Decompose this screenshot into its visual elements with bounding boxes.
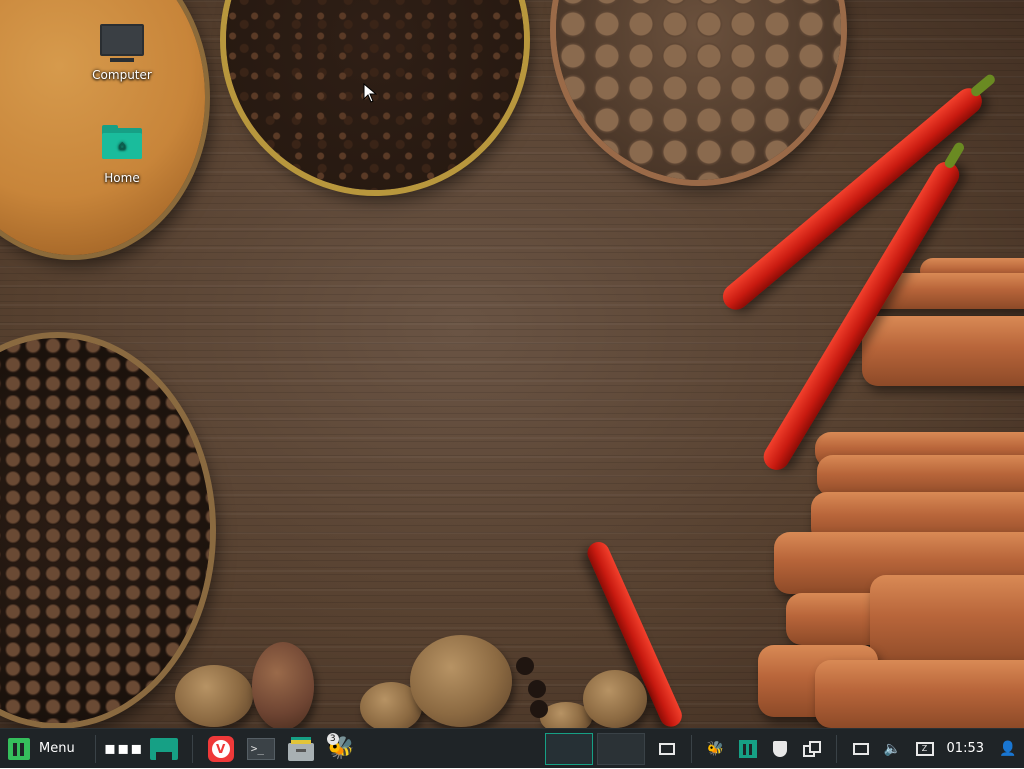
taskbar: Menu ▪▪▪ V >_ 🐝 3 🐝 🔈 Z 01:53 👤 — [0, 728, 1024, 768]
wallpaper-cardamom-pod — [252, 642, 314, 728]
window-switcher-icon — [658, 742, 675, 755]
desktop-icon-computer[interactable]: Computer — [82, 24, 162, 82]
window-switcher-button[interactable] — [655, 737, 679, 761]
clipboard-icon — [802, 740, 821, 757]
file-manager-icon — [287, 736, 314, 761]
volume-icon: 🔈 — [883, 740, 902, 757]
shield-icon — [772, 740, 787, 757]
show-apps-dots-icon: ▪▪▪ — [103, 738, 144, 759]
wallpaper-cinnamon-stick — [862, 316, 1024, 386]
file-manager-launcher[interactable] — [285, 733, 317, 765]
desktop-icon-label: Computer — [92, 68, 152, 82]
show-apps-button[interactable]: ▪▪▪ — [104, 733, 143, 765]
taskbar-separator — [690, 734, 692, 763]
terminal-icon: >_ — [246, 737, 275, 760]
shield-button[interactable] — [768, 737, 792, 761]
mouse-cursor-icon — [363, 83, 378, 103]
menu-label: Menu — [39, 741, 75, 756]
home-folder-icon: ⌂ — [102, 125, 142, 159]
system-tray: 🐝 🔈 Z 01:53 👤 — [651, 734, 1024, 763]
network-button[interactable] — [849, 737, 873, 761]
keyboard-button[interactable]: Z — [913, 737, 937, 761]
wallpaper-cinnamon-stick — [870, 575, 1024, 667]
wallpaper-cinnamon-stick — [815, 660, 1024, 728]
desktop-icon-label: Home — [104, 171, 140, 185]
user-icon: 👤 — [999, 740, 1017, 757]
network-icon — [852, 742, 869, 755]
wallpaper-cinnamon-stick — [817, 455, 1024, 497]
wallpaper-bowl-peppercorns — [0, 338, 210, 723]
wallpaper-bowl-allspice — [556, 0, 841, 180]
bee-tray-icon: 🐝 — [706, 740, 725, 757]
taskbar-separator — [94, 734, 96, 763]
bee-app-launcher[interactable]: 🐝 3 — [325, 732, 357, 765]
desktop-icon-home[interactable]: ⌂ Home — [82, 125, 162, 185]
wallpaper-cardamom-pod — [410, 635, 512, 727]
monitor-icon — [100, 24, 144, 62]
clipboard-button[interactable] — [800, 737, 824, 761]
clock[interactable]: 01:53 — [947, 741, 984, 756]
keyboard-icon: Z — [915, 741, 934, 756]
show-desktop-icon — [149, 737, 178, 760]
mx-logo-icon — [8, 737, 30, 760]
terminal-launcher[interactable]: >_ — [245, 733, 277, 765]
taskbar-separator — [191, 734, 193, 763]
vivaldi-launcher[interactable]: V — [205, 733, 237, 765]
wallpaper-cardamom-pod — [583, 670, 647, 728]
taskbar-separator — [835, 734, 837, 763]
wallpaper-peppercorn — [528, 680, 546, 698]
mx-package-button[interactable] — [736, 737, 760, 761]
window-count-badge: 3 — [326, 732, 339, 745]
user-button[interactable]: 👤 — [996, 737, 1020, 761]
workspace-2[interactable] — [596, 732, 645, 765]
wallpaper-peppercorn — [516, 657, 534, 675]
desktop-wallpaper[interactable]: Computer ⌂ Home — [0, 0, 1024, 728]
wallpaper-peppercorn — [530, 700, 548, 718]
mx-package-icon — [738, 739, 757, 758]
volume-button[interactable]: 🔈 — [881, 737, 905, 761]
show-desktop-button[interactable] — [148, 733, 180, 765]
wallpaper-cardamom-pod — [175, 665, 253, 727]
menu-button[interactable]: Menu — [0, 729, 87, 769]
bee-tray-button[interactable]: 🐝 — [704, 737, 728, 761]
workspace-1[interactable] — [544, 732, 593, 765]
vivaldi-browser-icon: V — [207, 735, 234, 762]
